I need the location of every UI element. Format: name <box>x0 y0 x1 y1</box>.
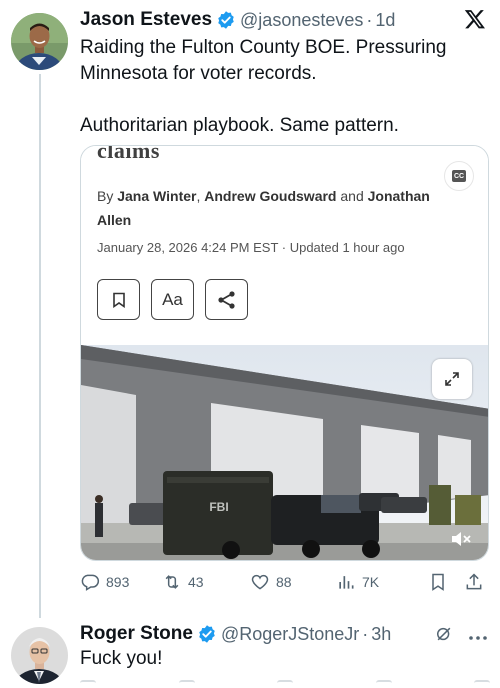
verified-badge-icon[interactable] <box>216 10 236 30</box>
tweet2-header: Roger Stone @RogerJStoneJr · 3h <box>80 622 391 646</box>
tweet-text-line: Authoritarian playbook. Same pattern. <box>80 115 399 136</box>
share-icon <box>466 573 482 590</box>
more-icon[interactable] <box>468 628 488 646</box>
tweet2-header-icons <box>434 624 488 649</box>
tweet2-text: Fuck you! <box>80 648 163 669</box>
separator-dot: · <box>366 9 373 30</box>
muted-speaker-icon[interactable] <box>450 530 472 548</box>
heart-icon[interactable] <box>277 680 293 686</box>
article-share-button[interactable] <box>205 279 248 320</box>
heart-icon <box>251 574 269 590</box>
author-link[interactable]: Jana Winter <box>117 188 196 204</box>
tweet-text-line: Raiding the Fulton County BOE. Pressurin… <box>80 37 447 58</box>
article-photo[interactable]: FBI <box>81 345 488 560</box>
views-icon <box>339 576 354 589</box>
tweet1-header: Jason Esteves @jasonesteves · 1d <box>80 8 395 32</box>
author-name[interactable]: Jason Esteves <box>80 9 212 31</box>
separator-dot: · <box>362 623 369 644</box>
views-button[interactable]: 7K <box>336 572 428 592</box>
truck-label: FBI <box>209 500 228 514</box>
tweet-text-line: Minnesota for voter records. <box>80 63 317 84</box>
font-size-button[interactable]: Aa <box>151 279 194 320</box>
timestamp[interactable]: 1d <box>375 10 395 31</box>
share-button[interactable] <box>464 572 486 592</box>
expand-icon[interactable] <box>432 359 472 399</box>
thread-connector-line <box>39 74 41 618</box>
like-count: 88 <box>276 574 292 590</box>
article-bookmark-button[interactable] <box>97 279 140 320</box>
repost-icon <box>165 575 179 589</box>
views-icon[interactable] <box>375 680 392 686</box>
repost-count: 43 <box>188 574 204 590</box>
bookmark-button[interactable] <box>428 572 464 592</box>
timestamp[interactable]: 3h <box>371 624 391 645</box>
reply-icon[interactable] <box>80 680 96 686</box>
article-tools: Aa <box>97 279 248 320</box>
tweet2-actions-partial <box>80 680 490 688</box>
article-header: claims CC By Jana Winter, Andrew Goudswa… <box>81 146 488 346</box>
article-headline: claims <box>97 145 160 163</box>
repost-button[interactable]: 43 <box>162 572 250 592</box>
avatar-jason-esteves[interactable] <box>11 13 68 70</box>
verified-badge-icon[interactable] <box>197 624 217 644</box>
embedded-article-card[interactable]: claims CC By Jana Winter, Andrew Goudswa… <box>80 145 489 561</box>
tweet1-actions: 893 43 88 7K <box>80 570 490 594</box>
reply-icon <box>81 574 100 591</box>
reply-count: 893 <box>106 574 130 590</box>
x-logo-icon[interactable] <box>464 8 486 30</box>
author-name[interactable]: Roger Stone <box>80 623 193 645</box>
bookmark-icon <box>432 573 444 591</box>
reply-button[interactable]: 893 <box>80 572 162 592</box>
like-button[interactable]: 88 <box>250 572 336 592</box>
avatar-roger-stone[interactable] <box>11 627 68 684</box>
author-handle[interactable]: @jasonesteves <box>240 10 363 31</box>
repost-icon[interactable] <box>178 680 195 686</box>
article-byline: By Jana Winter, Andrew Goudsward and Jon… <box>97 188 430 228</box>
tweet1-text: Raiding the Fulton County BOE. Pressurin… <box>80 35 490 139</box>
article-dateline: January 28, 2026 4:24 PM EST · Updated 1… <box>97 240 405 255</box>
grok-icon[interactable] <box>434 624 454 649</box>
bookmark-icon[interactable] <box>474 680 490 686</box>
views-count: 7K <box>362 574 380 590</box>
author-handle[interactable]: @RogerJStoneJr <box>221 624 359 645</box>
author-link[interactable]: Andrew Goudsward <box>204 188 336 204</box>
